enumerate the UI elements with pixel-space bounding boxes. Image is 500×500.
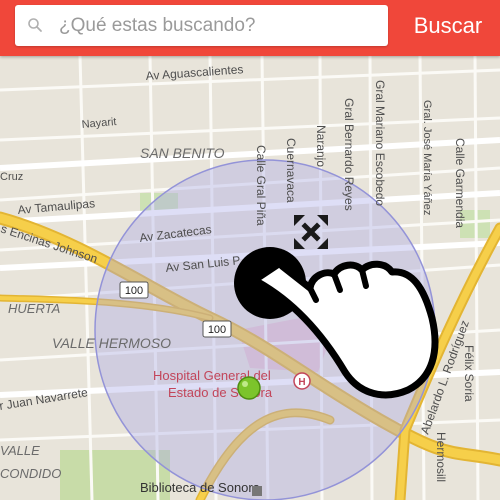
- neighborhood-label: VALLE: [0, 443, 40, 458]
- search-box[interactable]: [15, 5, 388, 46]
- street-label: Cuernavaca: [284, 138, 298, 203]
- street-label: Gral. José María Yáñez: [421, 100, 433, 215]
- neighborhood-label: HUERTA: [8, 301, 60, 316]
- neighborhood-label: VALLE HERMOSO: [52, 335, 171, 351]
- street-label: Cruz: [0, 171, 23, 183]
- neighborhood-label: SAN BENITO: [140, 145, 225, 161]
- neighborhood-label: CONDIDO: [0, 466, 61, 481]
- hospital-marker-label: H: [298, 377, 305, 388]
- street-label: Félix Soria: [462, 345, 476, 402]
- location-pin-icon[interactable]: [237, 376, 261, 400]
- street-label: Gral Mariano Escobedo: [373, 80, 387, 206]
- street-label: Calle Garmendia: [453, 138, 467, 228]
- street-label: Gral Bernardo Reyes: [342, 98, 356, 211]
- search-icon: [28, 18, 42, 32]
- route-shield-100: 100: [119, 281, 149, 299]
- map-view[interactable]: Av Aguascalientes Nayarit Cruz Av Tamaul…: [0, 0, 500, 500]
- library-label[interactable]: Biblioteca de Sonora: [140, 480, 261, 495]
- library-icon[interactable]: [252, 486, 262, 496]
- search-button[interactable]: Buscar: [398, 6, 498, 46]
- route-shield-100: 100: [202, 320, 232, 338]
- street-label: Calle Gral Piña: [254, 145, 268, 226]
- top-bar: Buscar: [0, 0, 500, 56]
- hospital-icon[interactable]: H: [293, 372, 311, 390]
- route-shield-label: 100: [125, 285, 143, 297]
- street-label: Naranjo: [314, 125, 328, 167]
- route-shield-label: 100: [208, 324, 226, 336]
- search-input[interactable]: [59, 5, 379, 46]
- street-label: Hermosill: [434, 432, 448, 482]
